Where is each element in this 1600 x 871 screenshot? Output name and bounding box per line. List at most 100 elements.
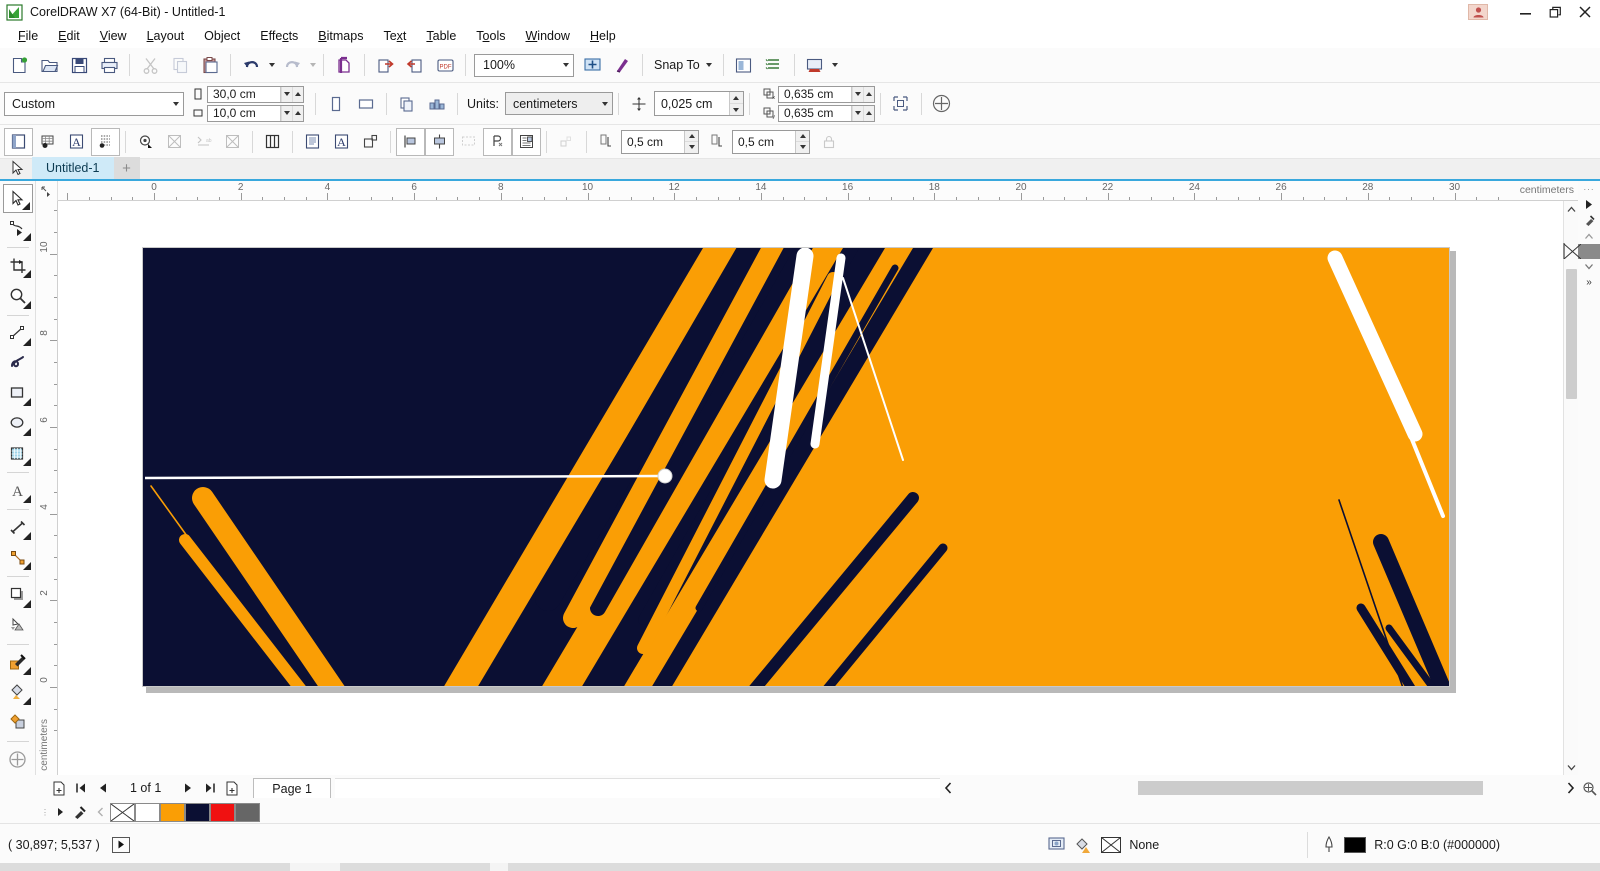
- color-strip-swatch-navy[interactable]: [185, 802, 210, 822]
- export-button[interactable]: [400, 51, 430, 80]
- minimize-button[interactable]: [1510, 0, 1540, 24]
- eyedropper-icon[interactable]: [70, 803, 90, 821]
- color-strip-swatch-orange[interactable]: [160, 802, 185, 822]
- text-indent-icon[interactable]: [552, 128, 581, 156]
- expand-arrow-icon[interactable]: [50, 803, 70, 821]
- lock-icon[interactable]: [814, 128, 843, 156]
- play-button-icon[interactable]: [111, 836, 130, 853]
- zoom-level-select[interactable]: 100%: [474, 53, 574, 77]
- straight-line-connector-tool[interactable]: [3, 543, 33, 572]
- palette-scroll-up-button[interactable]: [1580, 228, 1599, 244]
- redo-button[interactable]: [277, 51, 307, 80]
- menu-object[interactable]: Object: [194, 26, 250, 46]
- pick-tool[interactable]: [2, 184, 33, 214]
- interactive-fill-tool[interactable]: [3, 678, 33, 707]
- color-eyedropper-tool[interactable]: [3, 648, 33, 677]
- distribute-icon[interactable]: [454, 128, 483, 156]
- drawing-scale-button[interactable]: [886, 89, 916, 118]
- restore-button[interactable]: [1540, 0, 1570, 24]
- menu-effects[interactable]: Effects: [250, 26, 308, 46]
- text-wrap-offset-input[interactable]: 0,5 cm: [621, 129, 699, 154]
- grid-display-icon[interactable]: [33, 128, 62, 156]
- fit-text-frame-icon[interactable]: [356, 128, 385, 156]
- ruler-origin-button[interactable]: [36, 181, 58, 201]
- quick-customize-button[interactable]: [3, 745, 33, 774]
- horizontal-scroll-thumb[interactable]: [1138, 781, 1484, 795]
- menu-edit[interactable]: Edit: [48, 26, 90, 46]
- import-dropdown-button[interactable]: [800, 51, 830, 80]
- page-layout-icon[interactable]: [4, 127, 33, 156]
- shape-tool[interactable]: [3, 214, 33, 243]
- horizontal-ruler[interactable]: centimeters 0 2 4 6 8 10 12 14 16 18 20 22 24 26 28 30: [58, 181, 1578, 201]
- vertical-ruler[interactable]: centimeters 0 2 4 6 8 10: [36, 201, 58, 775]
- menu-layout[interactable]: Layout: [137, 26, 195, 46]
- drop-shadow-tool[interactable]: [3, 580, 33, 609]
- polygon-tool[interactable]: [3, 439, 33, 468]
- open-document-button[interactable]: [34, 51, 64, 80]
- menu-table[interactable]: Table: [416, 26, 466, 46]
- columns-icon[interactable]: [258, 128, 287, 156]
- palette-scroll-icon[interactable]: [1580, 196, 1599, 212]
- color-proof-icon[interactable]: [1047, 836, 1066, 854]
- color-strip-swatch-white[interactable]: [135, 802, 160, 822]
- color-strip-swatch-red[interactable]: [210, 802, 235, 822]
- portrait-orientation-button[interactable]: [321, 89, 351, 118]
- snap-to-button[interactable]: Snap To: [648, 51, 718, 80]
- undo-button[interactable]: [236, 51, 266, 80]
- text-frame-icon[interactable]: A: [327, 128, 356, 156]
- user-account-icon[interactable]: [1468, 4, 1488, 20]
- menu-bitmaps[interactable]: Bitmaps: [308, 26, 373, 46]
- previous-page-button[interactable]: [92, 777, 114, 799]
- zoom-to-fit-button[interactable]: [1578, 777, 1600, 799]
- outline-pen-icon[interactable]: [1322, 835, 1336, 854]
- last-page-button[interactable]: [199, 777, 221, 799]
- duplicate-distance-y-input[interactable]: 0,635 cm: [777, 104, 875, 122]
- new-document-button[interactable]: [4, 51, 34, 80]
- scroll-up-button[interactable]: [1564, 201, 1579, 217]
- menu-window[interactable]: Window: [515, 26, 579, 46]
- options-button[interactable]: [729, 51, 759, 80]
- text-tool[interactable]: A: [3, 476, 33, 505]
- page-frame-add-button[interactable]: [927, 89, 957, 118]
- page-canvas[interactable]: [142, 247, 1450, 687]
- print-button[interactable]: [94, 51, 124, 80]
- pick-tool-icon[interactable]: [2, 157, 32, 179]
- color-strip-none-swatch[interactable]: [110, 802, 135, 822]
- collapse-arrow-icon[interactable]: [90, 803, 110, 821]
- page-height-input[interactable]: 10,0 cm: [207, 104, 304, 122]
- palette-eyedropper-icon[interactable]: [1580, 212, 1599, 228]
- current-page-only-button[interactable]: [422, 89, 452, 118]
- text-display-icon[interactable]: A: [62, 128, 91, 156]
- no-outline-icon[interactable]: [218, 128, 247, 156]
- import-file-button[interactable]: [370, 51, 400, 80]
- undo-dropdown-icon[interactable]: [266, 51, 277, 80]
- paragraph-frame-icon[interactable]: [298, 128, 327, 156]
- zoom-tool[interactable]: [3, 281, 33, 310]
- hscroll-right-button[interactable]: [1562, 777, 1578, 799]
- parallel-dimension-tool[interactable]: [3, 513, 33, 542]
- units-select[interactable]: centimeters: [504, 92, 613, 115]
- crop-tool[interactable]: [3, 251, 33, 280]
- horizontal-scroll-track[interactable]: [956, 781, 1562, 795]
- add-page-end-button[interactable]: [221, 777, 243, 799]
- all-pages-button[interactable]: [392, 89, 422, 118]
- text-options-icon[interactable]: [131, 128, 160, 156]
- transparency-tool[interactable]: [3, 611, 33, 640]
- add-page-start-button[interactable]: [48, 777, 70, 799]
- fill-color-icon[interactable]: [1074, 836, 1093, 854]
- document-tab-untitled-1[interactable]: Untitled-1: [32, 157, 114, 179]
- next-page-button[interactable]: [177, 777, 199, 799]
- add-document-tab-button[interactable]: +: [113, 157, 140, 179]
- selected-path-object[interactable]: [143, 248, 1450, 687]
- color-strip-swatch-gray[interactable]: [235, 802, 260, 822]
- rectangle-tool[interactable]: [3, 379, 33, 408]
- close-button[interactable]: [1570, 0, 1600, 24]
- nudge-distance-input[interactable]: 0,025 cm: [653, 91, 744, 116]
- align-left-object-icon[interactable]: [396, 127, 425, 156]
- menu-view[interactable]: View: [90, 26, 137, 46]
- application-launcher-button[interactable]: [607, 51, 637, 80]
- vertical-scroll-thumb[interactable]: [1565, 269, 1577, 399]
- tab-settings-icon[interactable]: ab: [189, 128, 218, 156]
- duplicate-distance-x-input[interactable]: 0,635 cm: [777, 85, 875, 103]
- landscape-orientation-button[interactable]: [351, 89, 381, 118]
